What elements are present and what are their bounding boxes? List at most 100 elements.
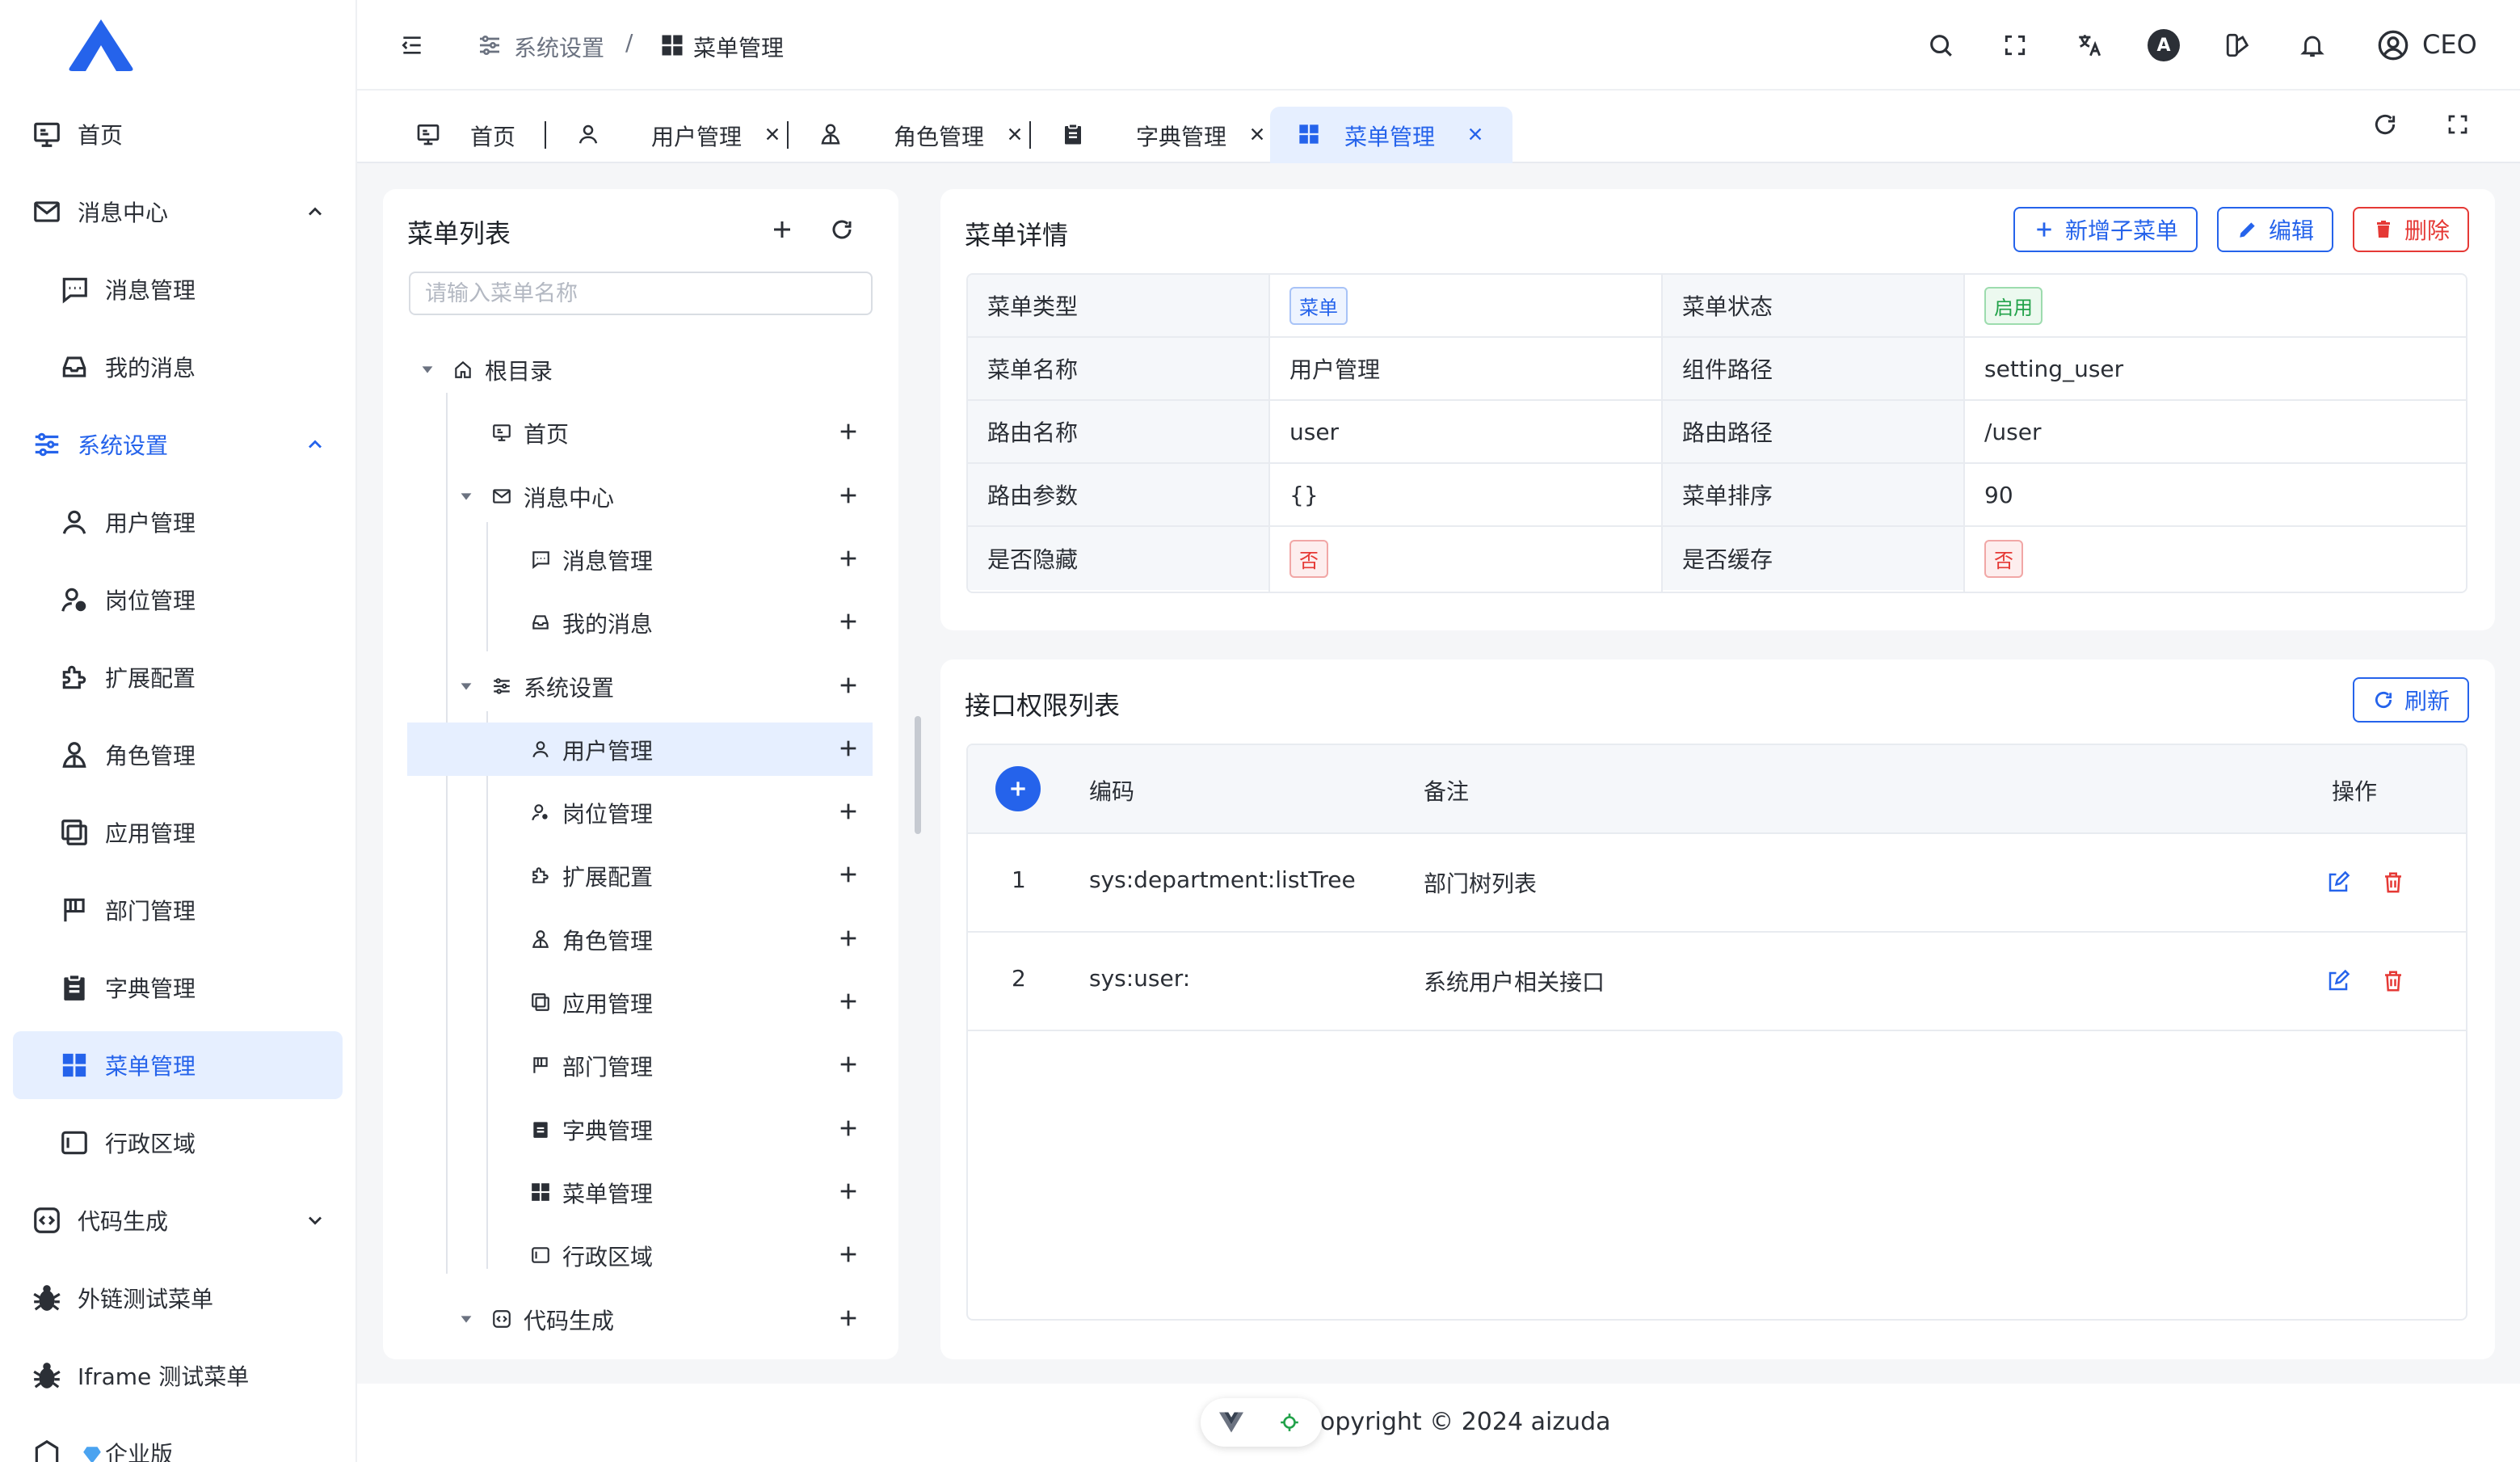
sidebar-item-home[interactable]: 首页	[13, 100, 343, 168]
sidebar-item-departments[interactable]: 部门管理	[13, 876, 343, 944]
user-name[interactable]: CEO	[2422, 29, 2477, 60]
sidebar-item-my-messages[interactable]: 我的消息	[13, 333, 343, 401]
add-child-icon[interactable]	[837, 990, 861, 1014]
tree-node[interactable]: 首页	[407, 406, 873, 459]
tree-node[interactable]: 菜单管理	[407, 1165, 873, 1219]
tree-scrollbar[interactable]	[915, 716, 921, 834]
tree-node[interactable]: 应用管理	[407, 975, 873, 1029]
add-child-icon[interactable]	[837, 800, 861, 824]
add-child-icon[interactable]	[837, 484, 861, 508]
trash-icon[interactable]	[2379, 967, 2408, 996]
close-icon[interactable]	[1003, 123, 1026, 145]
tab-roles[interactable]: 角色管理	[810, 107, 1036, 163]
caret-down-icon[interactable]	[457, 487, 475, 505]
logo[interactable]	[66, 18, 136, 73]
add-child-icon[interactable]	[837, 547, 861, 571]
add-child-icon[interactable]	[837, 1180, 861, 1204]
refresh-icon[interactable]	[2369, 108, 2401, 141]
tree-node[interactable]: 字典管理	[407, 1102, 873, 1156]
table-row: 1 sys:department:listTree 部门树列表	[968, 834, 2466, 933]
table-divider	[1661, 275, 1663, 592]
edit-icon[interactable]	[2324, 967, 2353, 996]
tab-menus[interactable]: 菜单管理	[1270, 107, 1512, 163]
add-child-icon[interactable]	[837, 1243, 861, 1267]
refresh-icon[interactable]	[827, 215, 856, 244]
sidebar-item-extensions[interactable]: 扩展配置	[13, 643, 343, 711]
close-icon[interactable]	[1246, 123, 1268, 145]
sidebar-item-users[interactable]: 用户管理	[13, 488, 343, 556]
tree-node[interactable]: 消息中心	[407, 470, 873, 523]
theme-avatar-icon[interactable]: A	[2148, 29, 2180, 61]
tree-node[interactable]: 部门管理	[407, 1039, 873, 1092]
sidebar-item-apps[interactable]: 应用管理	[13, 798, 343, 866]
refresh-button[interactable]: 刷新	[2353, 677, 2469, 723]
sidebar-item-posts[interactable]: 岗位管理	[13, 566, 343, 634]
add-child-icon[interactable]	[837, 927, 861, 951]
footer: opyright © 2024 aizuda	[357, 1384, 2520, 1462]
clipboard-icon	[58, 971, 90, 1004]
add-child-icon[interactable]	[837, 1117, 861, 1141]
search-icon[interactable]	[1925, 29, 1957, 61]
sidebar-item-iframe[interactable]: Iframe 测试菜单	[13, 1342, 343, 1409]
sidebar-item-roles[interactable]: 角色管理	[13, 721, 343, 789]
sidebar-item-dictionary[interactable]: 字典管理	[13, 954, 343, 1022]
breadcrumb-parent[interactable]: 系统设置	[514, 31, 604, 63]
devtools-pill[interactable]	[1201, 1398, 1322, 1447]
delete-button[interactable]: 删除	[2353, 207, 2469, 252]
sidebar-item-system-settings[interactable]: 系统设置	[13, 411, 343, 478]
add-api-button[interactable]	[995, 766, 1041, 811]
sidebar-item-message-manage[interactable]: 消息管理	[13, 255, 343, 323]
close-icon[interactable]	[1464, 123, 1487, 145]
user-icon	[530, 739, 551, 760]
detail-value: 90	[1965, 464, 2466, 527]
sidebar: 首页 消息中心 消息管理 我的消息 系统设置 用户管理 岗位管理 扩展配置 角色…	[0, 0, 357, 1462]
tree-node[interactable]: 代码生成	[407, 1292, 873, 1346]
tree-node[interactable]: 角色管理	[407, 912, 873, 966]
detail-value: 菜单	[1270, 275, 1663, 338]
sidebar-item-label: 行政区域	[105, 1131, 196, 1157]
role-icon	[530, 929, 551, 950]
add-child-icon[interactable]	[837, 863, 861, 887]
edit-button[interactable]: 编辑	[2217, 207, 2333, 252]
add-child-icon[interactable]	[837, 737, 861, 761]
chevron-up-icon	[304, 200, 326, 223]
sidebar-item-external-link[interactable]: 外链测试菜单	[13, 1264, 343, 1332]
user-avatar-icon[interactable]	[2375, 27, 2411, 63]
tree-node[interactable]: 根目录	[407, 343, 873, 396]
tree-node[interactable]: 岗位管理	[407, 786, 873, 839]
tree-node[interactable]: 消息管理	[407, 533, 873, 586]
caret-down-icon[interactable]	[457, 677, 475, 695]
tree-node[interactable]: 扩展配置	[407, 849, 873, 902]
fullscreen-icon[interactable]	[2442, 108, 2474, 141]
translate-icon[interactable]	[2073, 29, 2106, 61]
tree-node[interactable]: 行政区域	[407, 1228, 873, 1282]
add-icon[interactable]	[768, 215, 797, 244]
tree-node[interactable]: 系统设置	[407, 659, 873, 713]
close-icon[interactable]	[761, 123, 784, 145]
add-child-icon[interactable]	[837, 1053, 861, 1077]
caret-down-icon[interactable]	[419, 360, 436, 378]
palette-icon[interactable]	[2222, 29, 2254, 61]
edit-icon[interactable]	[2324, 868, 2353, 897]
sidebar-item-message-center[interactable]: 消息中心	[13, 178, 343, 246]
sidebar-item-codegen[interactable]: 代码生成	[13, 1186, 343, 1254]
tree-node[interactable]: 我的消息	[407, 596, 873, 649]
sidebar-item-menus[interactable]: 菜单管理	[13, 1031, 343, 1099]
fullscreen-icon[interactable]	[1999, 29, 2031, 61]
tab-users[interactable]: 用户管理	[567, 107, 793, 163]
trash-icon[interactable]	[2379, 868, 2408, 897]
add-child-icon[interactable]	[837, 610, 861, 634]
add-child-icon[interactable]	[837, 420, 861, 444]
sidebar-item-regions[interactable]: 行政区域	[13, 1109, 343, 1177]
add-submenu-button[interactable]: 新增子菜单	[2013, 207, 2198, 252]
sidebar-item-label: 系统设置	[78, 432, 169, 459]
add-child-icon[interactable]	[837, 1307, 861, 1331]
tab-dictionary[interactable]: 字典管理	[1052, 107, 1278, 163]
menu-search-input[interactable]	[410, 273, 871, 314]
sidebar-item-enterprise[interactable]: 企业版	[13, 1419, 343, 1462]
collapse-menu-icon[interactable]	[398, 31, 427, 60]
tree-node[interactable]: 用户管理	[407, 723, 873, 776]
caret-down-icon[interactable]	[457, 1310, 475, 1328]
bell-icon[interactable]	[2296, 29, 2329, 61]
add-child-icon[interactable]	[837, 674, 861, 698]
